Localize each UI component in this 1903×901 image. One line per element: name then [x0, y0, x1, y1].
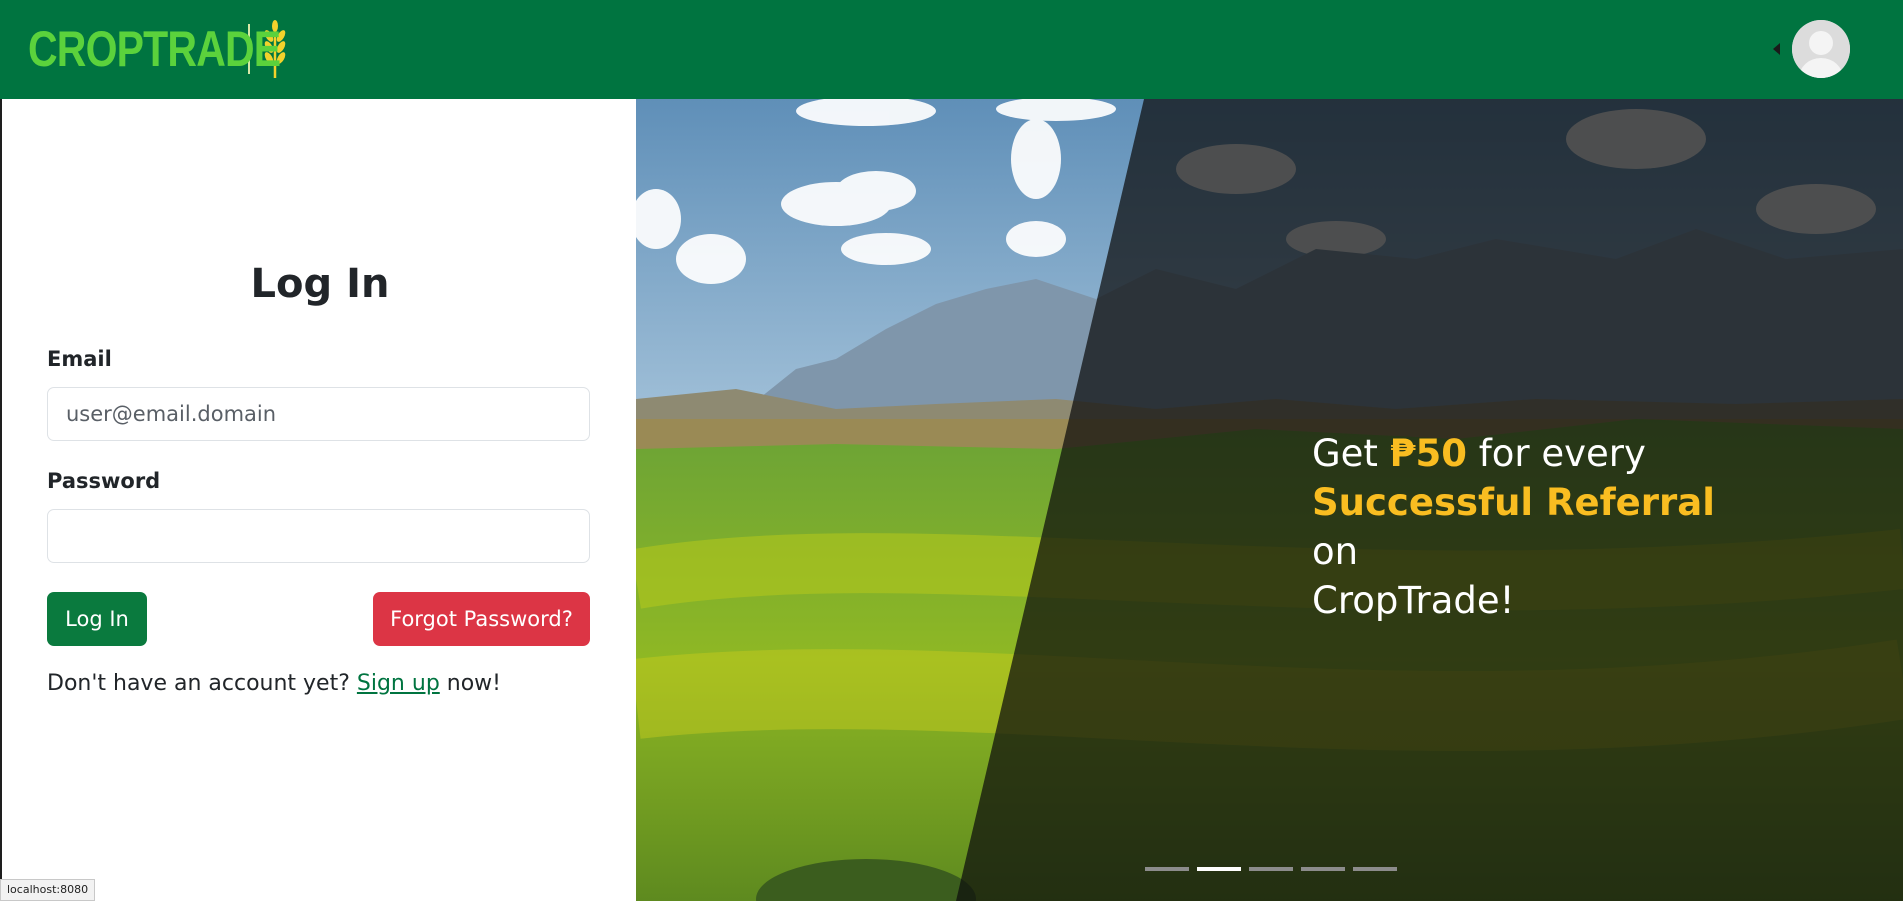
brand-name: CROPTRADE: [28, 21, 281, 77]
promo-for-every: for every: [1478, 432, 1646, 475]
hero-carousel: Get ₱50 for every Successful Referral on…: [636, 99, 1903, 901]
password-field[interactable]: [47, 509, 590, 563]
promo-on: on: [1312, 530, 1359, 573]
password-label: Password: [47, 469, 161, 493]
carousel-indicators: [1145, 867, 1397, 871]
carousel-indicator[interactable]: [1145, 867, 1189, 871]
user-avatar-icon[interactable]: [1792, 20, 1850, 78]
promo-end: CropTrade!: [1312, 579, 1515, 622]
login-title: Log In: [250, 261, 390, 307]
caret-left-icon[interactable]: [1773, 43, 1780, 55]
brand-logo[interactable]: CROPTRADE: [28, 18, 290, 80]
login-panel: Log In: [0, 99, 636, 901]
signup-link[interactable]: Sign up: [357, 671, 440, 696]
navbar: CROPTRADE: [0, 0, 1903, 99]
signup-suffix: now!: [439, 671, 501, 696]
promo-amount: ₱50: [1389, 432, 1467, 475]
email-label: Email: [47, 347, 112, 371]
signup-prompt: Don't have an account yet? Sign up now!: [47, 671, 501, 696]
promo-get: Get: [1312, 432, 1390, 475]
promo-highlight: Successful Referral: [1312, 481, 1715, 524]
carousel-indicator[interactable]: [1301, 867, 1345, 871]
promo-text: Get ₱50 for every Successful Referral on…: [1312, 429, 1772, 625]
forgot-password-button[interactable]: Forgot Password?: [373, 592, 590, 646]
status-bar-url: localhost:8080: [0, 879, 96, 901]
carousel-indicator[interactable]: [1197, 867, 1241, 871]
login-button[interactable]: Log In: [47, 592, 147, 646]
signup-prefix: Don't have an account yet?: [47, 671, 357, 696]
carousel-indicator[interactable]: [1353, 867, 1397, 871]
email-field[interactable]: [47, 387, 590, 441]
carousel-indicator[interactable]: [1249, 867, 1293, 871]
